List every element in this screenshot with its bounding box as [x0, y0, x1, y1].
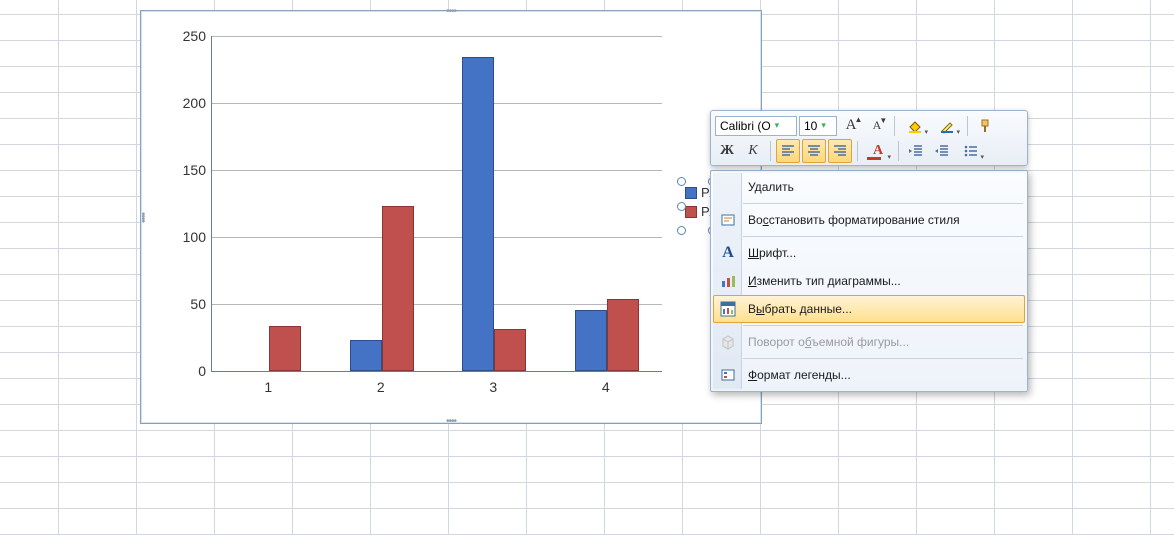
menu-item-delete[interactable]: Удалить	[713, 173, 1025, 201]
font-size-combo[interactable]: 10 ▾	[799, 116, 837, 136]
x-tick-label: 3	[489, 379, 497, 395]
menu-item-change-type[interactable]: Изменить тип диаграммы...	[713, 267, 1025, 295]
bold-icon: Ж	[720, 143, 734, 159]
menu-item-label: Выбрать данные...	[748, 302, 852, 316]
increase-indent-icon	[935, 145, 949, 157]
bar-series1[interactable]	[462, 57, 494, 371]
decrease-indent-button[interactable]	[904, 139, 928, 163]
dropdown-icon: ▾	[775, 120, 780, 131]
y-tick-label: 150	[183, 162, 206, 178]
font-color-bar	[867, 157, 881, 160]
italic-icon: К	[748, 143, 757, 159]
dropdown-icon: ▾	[956, 128, 960, 136]
shrink-font-icon: A▼	[873, 118, 882, 133]
align-center-button[interactable]	[802, 139, 826, 163]
dropdown-icon: ▾	[887, 153, 891, 161]
font-name-value: Calibri (О	[720, 119, 771, 133]
bar-series1[interactable]	[575, 310, 607, 371]
menu-item-label: Восстановить форматирование стиля	[748, 213, 960, 227]
menu-item-select-data[interactable]: Выбрать данные...	[713, 295, 1025, 323]
menu-item-rotate-3d: Поворот объемной фигуры...	[713, 328, 1025, 356]
resize-handle-bottom[interactable]: ••••	[446, 419, 456, 425]
context-menu: Удалить Восстановить форматирование стиля…	[710, 170, 1028, 392]
bullets-icon	[964, 145, 978, 157]
y-tick-label: 250	[183, 28, 206, 44]
x-tick-label: 1	[264, 379, 272, 395]
dropdown-icon: ▾	[821, 120, 826, 131]
bar-series2[interactable]	[269, 326, 301, 371]
bar-series1[interactable]	[350, 340, 382, 371]
menu-item-label: Поворот объемной фигуры...	[748, 335, 909, 349]
bucket-icon	[907, 118, 923, 134]
select-data-icon	[718, 299, 738, 319]
font-size-value: 10	[804, 119, 817, 133]
bold-button[interactable]: Ж	[715, 139, 739, 163]
increase-indent-button[interactable]	[930, 139, 954, 163]
gridline	[212, 237, 662, 238]
selection-handle[interactable]	[677, 226, 686, 235]
menu-item-label: Шрифт...	[748, 246, 796, 260]
y-tick-label: 200	[183, 95, 206, 111]
x-tick-label: 4	[602, 379, 610, 395]
menu-item-label: Формат легенды...	[748, 368, 851, 382]
gridline	[212, 36, 662, 37]
align-left-button[interactable]	[776, 139, 800, 163]
reset-icon	[718, 210, 738, 230]
bullets-button[interactable]: ▾	[956, 139, 986, 163]
font-name-combo[interactable]: Calibri (О ▾	[715, 116, 797, 136]
x-tick-label: 2	[377, 379, 385, 395]
menu-item-font[interactable]: A Шрифт...	[713, 239, 1025, 267]
menu-separator	[743, 203, 1023, 204]
none-icon	[718, 177, 738, 197]
font-icon: A	[718, 243, 738, 263]
resize-handle-left[interactable]: ••••	[139, 212, 145, 222]
align-left-icon	[781, 145, 795, 157]
menu-item-label: Удалить	[748, 180, 794, 194]
dropdown-icon: ▾	[980, 153, 984, 161]
bar-series2[interactable]	[382, 206, 414, 371]
menu-item-label: Изменить тип диаграммы...	[748, 274, 901, 288]
grow-font-icon: A▲	[846, 117, 857, 134]
format-painter-button[interactable]	[973, 114, 997, 138]
decrease-indent-icon	[909, 145, 923, 157]
chart-object[interactable]: •••• •••• •••• •••• 0501001502002501234 …	[140, 10, 762, 424]
cube-icon	[718, 332, 738, 352]
gridline	[212, 170, 662, 171]
font-color-button[interactable]: A ▾	[863, 139, 893, 163]
italic-button[interactable]: К	[741, 139, 765, 163]
y-tick-label: 100	[183, 229, 206, 245]
y-tick-label: 0	[198, 363, 206, 379]
plot-area[interactable]: 0501001502002501234	[211, 36, 662, 372]
shrink-font-button[interactable]: A▼	[865, 114, 889, 138]
menu-item-reset-style[interactable]: Восстановить форматирование стиля	[713, 206, 1025, 234]
align-center-icon	[807, 145, 821, 157]
resize-handle-top[interactable]: ••••	[446, 9, 456, 15]
outline-color-button[interactable]: ▾	[932, 114, 962, 138]
legend-swatch	[685, 206, 697, 218]
menu-item-legend-format[interactable]: Формат легенды...	[713, 361, 1025, 389]
bar-series2[interactable]	[494, 329, 526, 371]
legend-format-icon	[718, 365, 738, 385]
legend-swatch	[685, 187, 697, 199]
grow-font-button[interactable]: A▲	[839, 114, 863, 138]
bar-series2[interactable]	[607, 299, 639, 371]
gridline	[212, 304, 662, 305]
selection-handle[interactable]	[677, 202, 686, 211]
align-right-icon	[833, 145, 847, 157]
menu-separator	[743, 358, 1023, 359]
paintbrush-icon	[977, 118, 993, 134]
pencil-icon	[939, 118, 955, 134]
gridline	[212, 103, 662, 104]
menu-separator	[743, 325, 1023, 326]
selection-handle[interactable]	[677, 177, 686, 186]
align-right-button[interactable]	[828, 139, 852, 163]
y-tick-label: 50	[190, 296, 206, 312]
dropdown-icon: ▾	[924, 128, 928, 136]
menu-separator	[743, 236, 1023, 237]
fill-color-button[interactable]: ▾	[900, 114, 930, 138]
chart-type-icon	[718, 271, 738, 291]
mini-toolbar: Calibri (О ▾ 10 ▾ A▲ A▼ ▾ ▾ Ж	[710, 110, 1028, 166]
